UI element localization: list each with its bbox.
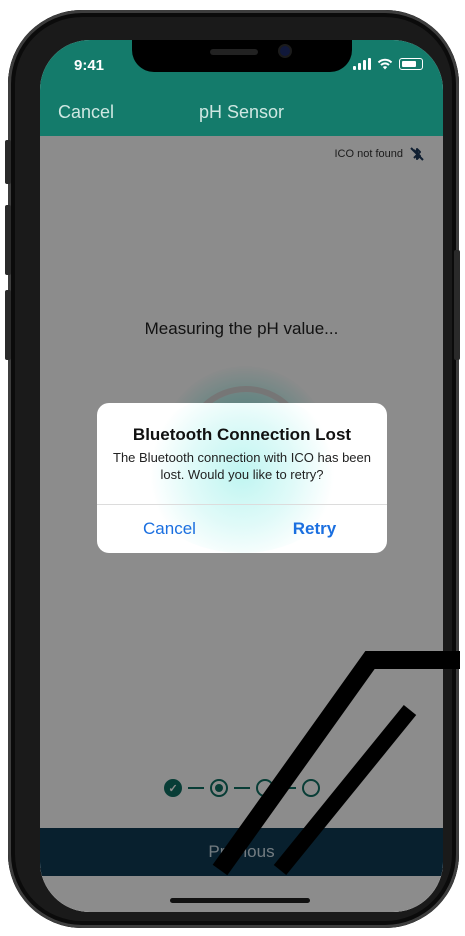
front-camera [280, 46, 290, 56]
dialog-cancel-button[interactable]: Cancel [97, 507, 242, 551]
notch [132, 40, 352, 72]
dialog-retry-button[interactable]: Retry [242, 507, 387, 551]
phone-screen: 9:41 Cancel pH Sensor ICO not found Meas… [40, 40, 443, 912]
nav-bar: Cancel pH Sensor [40, 90, 443, 136]
dialog-title: Bluetooth Connection Lost [132, 425, 352, 444]
bluetooth-lost-dialog: Bluetooth Connection Lost The Bluetooth … [97, 403, 387, 553]
status-icons [353, 58, 423, 70]
nav-title: pH Sensor [198, 102, 285, 122]
status-time: 9:41 [74, 57, 105, 74]
side-button-low [5, 290, 11, 360]
dialog-message: The Bluetooth connection with ICO has be… [113, 450, 371, 482]
home-indicator[interactable] [170, 898, 310, 903]
side-button-right [454, 250, 460, 360]
side-button-mid [5, 205, 11, 275]
earpiece-speaker [210, 49, 258, 55]
battery-icon [399, 58, 423, 70]
side-button-top [5, 140, 11, 184]
dialog-divider [97, 504, 387, 505]
wifi-icon [377, 58, 393, 70]
signal-icon [353, 58, 371, 70]
